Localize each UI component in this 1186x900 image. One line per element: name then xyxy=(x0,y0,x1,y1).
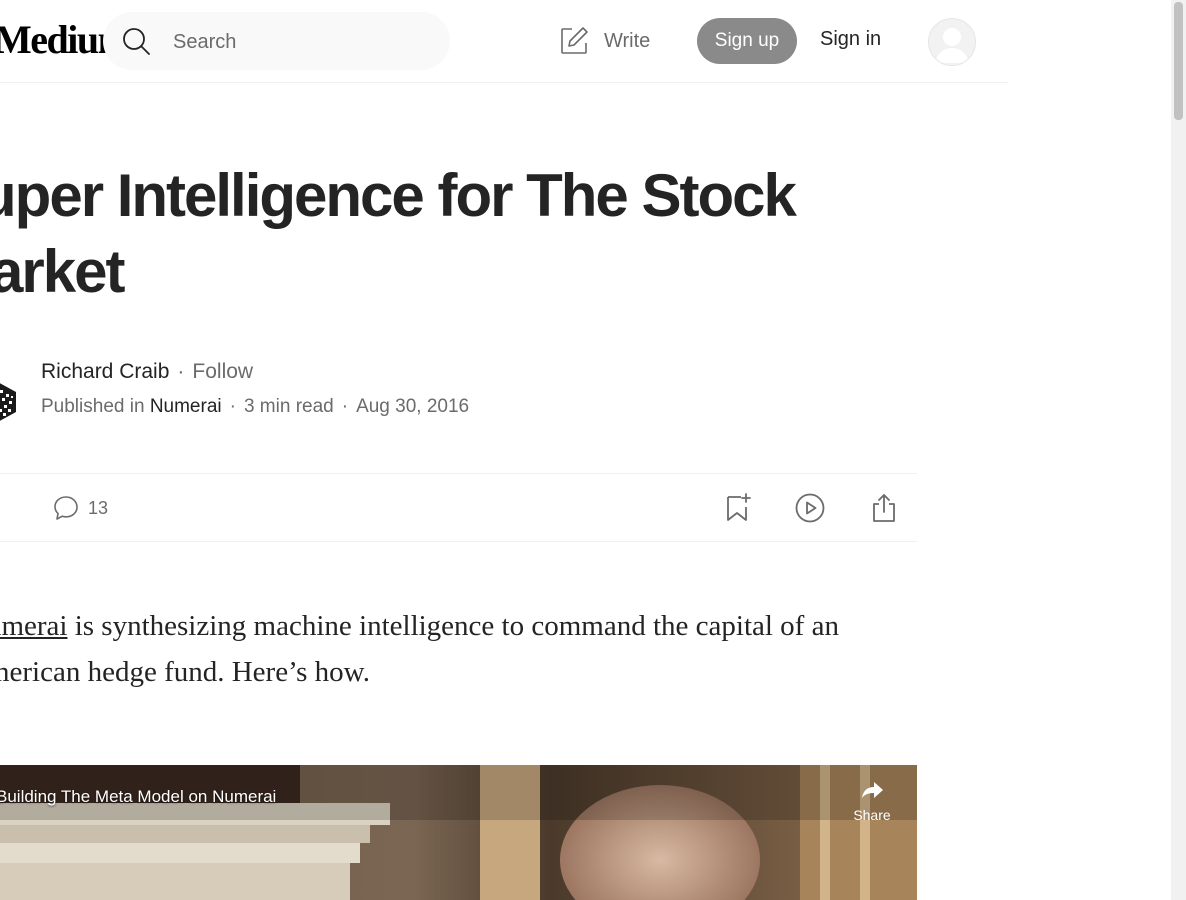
publish-date: Aug 30, 2016 xyxy=(356,396,470,417)
numerai-link[interactable]: Numerai xyxy=(0,610,67,642)
share-icon[interactable] xyxy=(868,492,900,524)
write-button[interactable]: Write xyxy=(558,24,650,58)
write-label: Write xyxy=(604,29,651,52)
published-in-label: Published in xyxy=(41,396,145,417)
article-lead-paragraph: Numerai is synthesizing machine intellig… xyxy=(0,603,906,695)
video-share-button[interactable]: Share xyxy=(846,777,898,823)
author-name[interactable]: Richard Craib xyxy=(41,360,169,383)
author-line: Richard Craib · Follow xyxy=(41,360,253,384)
top-navigation-bar: Medium Write Sign up Sign in xyxy=(0,0,1008,83)
publication-meta: Published in Numerai · 3 min read · Aug 30, … xyxy=(41,396,469,418)
sign-in-link[interactable]: Sign in xyxy=(820,28,881,51)
bookmark-icon[interactable] xyxy=(722,492,754,524)
embedded-video[interactable]: Building The Meta Model on Numerai Share xyxy=(0,765,917,900)
video-thumbnail xyxy=(0,765,917,900)
responses-button[interactable]: 13 xyxy=(52,494,108,522)
page-scrollbar[interactable] xyxy=(1171,0,1186,900)
play-icon[interactable] xyxy=(794,492,826,524)
user-avatar[interactable] xyxy=(928,18,976,66)
share-arrow-icon xyxy=(862,782,883,798)
article-action-bar: 13 xyxy=(0,473,917,542)
response-icon xyxy=(54,496,78,520)
responses-count: 13 xyxy=(88,497,109,518)
video-title[interactable]: Building The Meta Model on Numerai xyxy=(0,787,276,807)
search-icon xyxy=(123,28,150,55)
avatar-icon xyxy=(935,28,969,63)
video-share-label: Share xyxy=(853,807,891,823)
article-title: Super Intelligence for The Stock Market xyxy=(0,162,797,305)
separator: · xyxy=(341,396,349,417)
scrollbar-thumb[interactable] xyxy=(1174,2,1183,120)
sign-up-button[interactable]: Sign up xyxy=(697,18,797,64)
read-time: 3 min read xyxy=(243,396,334,417)
separator: · xyxy=(229,396,236,417)
lead-text: is synthesizing machine intelligence to … xyxy=(0,610,839,688)
publication-link[interactable]: Numerai xyxy=(150,396,222,417)
author-avatar[interactable] xyxy=(0,380,18,424)
search-box[interactable] xyxy=(103,12,450,70)
clap-icon[interactable] xyxy=(0,494,2,520)
search-input[interactable] xyxy=(171,26,435,58)
write-icon xyxy=(561,27,588,54)
separator: · xyxy=(177,360,185,383)
follow-button[interactable]: Follow xyxy=(192,360,253,383)
